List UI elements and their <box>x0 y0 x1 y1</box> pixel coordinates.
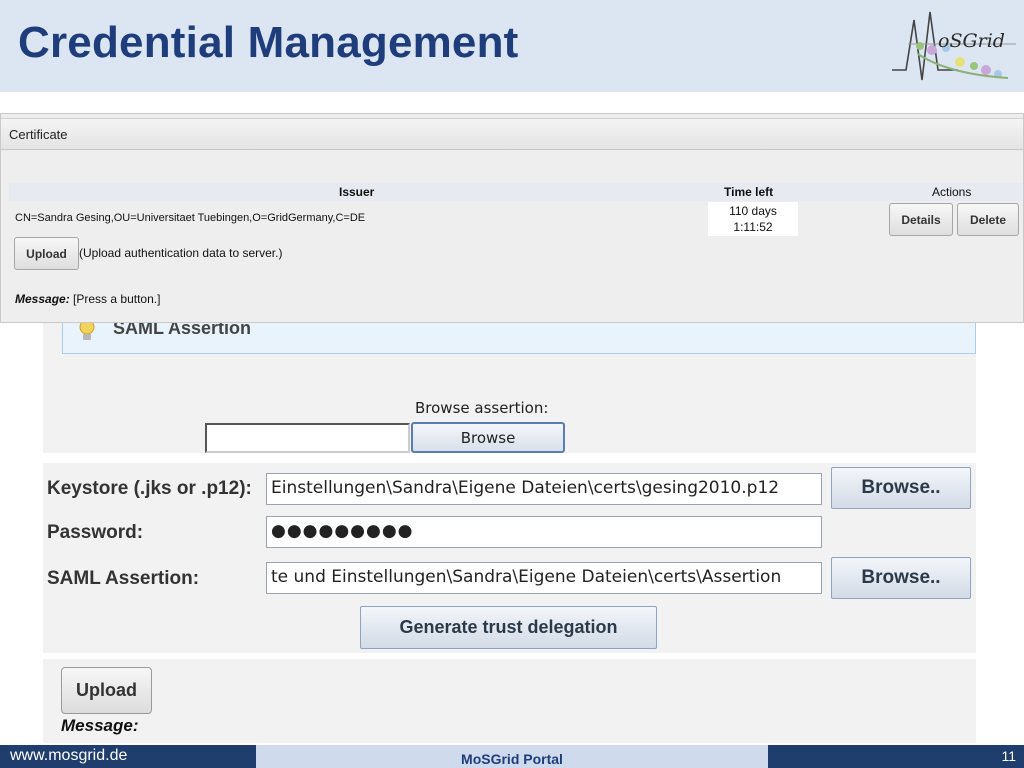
slide-title: Credential Management <box>18 18 519 67</box>
upload-message-label: Message: <box>61 716 139 735</box>
password-label: Password: <box>47 522 144 543</box>
page-number: 11 <box>1001 748 1016 764</box>
footer-left: www.mosgrid.de <box>0 745 256 768</box>
password-field[interactable]: ●●●●●●●●● <box>266 516 822 548</box>
mosgrid-logo-icon: oSGrid <box>888 4 1020 88</box>
assertion-file-input[interactable] <box>205 423 410 453</box>
upload-description: (Upload authentication data to server.) <box>79 246 283 260</box>
message-label: Message: <box>15 292 70 306</box>
certificate-time-left: 110 days 1:11:52 <box>708 202 798 236</box>
saml-assertion-path-field[interactable]: te und Einstellungen\Sandra\Eigene Datei… <box>266 562 822 594</box>
certificate-title: Certificate <box>9 127 68 142</box>
saml-browse-button[interactable]: Browse.. <box>831 557 971 599</box>
certificate-table-header: Issuer Time left Actions <box>9 183 1023 201</box>
time-left-time: 1:11:52 <box>733 220 773 234</box>
delete-button[interactable]: Delete <box>957 203 1019 236</box>
saml-assertion-label: SAML Assertion: <box>47 568 200 589</box>
certificate-portlet: Certificate Issuer Time left Actions CN=… <box>0 113 1024 323</box>
footer-middle: MoSGrid Portal <box>256 745 768 768</box>
footer-right: 11 <box>768 745 1024 768</box>
time-left-days: 110 days <box>729 204 777 218</box>
browse-assertion-button[interactable]: Browse <box>411 422 565 453</box>
certificate-title-bar: Certificate <box>1 118 1023 150</box>
time-left-column-header: Time left <box>724 185 774 199</box>
browse-assertion-label: Browse assertion: <box>415 399 549 417</box>
generate-trust-delegation-button[interactable]: Generate trust delegation <box>360 606 657 649</box>
keystore-label: Keystore (.jks or .p12): <box>47 478 252 499</box>
footer-url: www.mosgrid.de <box>10 747 128 764</box>
slide-footer: www.mosgrid.de MoSGrid Portal 11 <box>0 745 1024 768</box>
issuer-column-header: Issuer <box>339 185 375 199</box>
certificate-issuer: CN=Sandra Gesing,OU=Universitaet Tuebing… <box>15 212 366 224</box>
slide-header: Credential Management oSGrid <box>0 0 1024 92</box>
upload-button[interactable]: Upload <box>61 667 152 714</box>
upload-panel <box>43 659 976 743</box>
certificate-message: Message: [Press a button.] <box>15 292 160 306</box>
keystore-browse-button[interactable]: Browse.. <box>831 467 971 509</box>
actions-column-header: Actions <box>932 185 972 199</box>
message-text: [Press a button.] <box>73 292 161 306</box>
footer-center-title: MoSGrid Portal <box>461 751 563 767</box>
details-button[interactable]: Details <box>889 203 953 236</box>
logo-text: oSGrid <box>938 30 1005 52</box>
certificate-upload-button[interactable]: Upload <box>14 237 79 270</box>
keystore-path-field[interactable]: Einstellungen\Sandra\Eigene Dateien\cert… <box>266 473 822 505</box>
